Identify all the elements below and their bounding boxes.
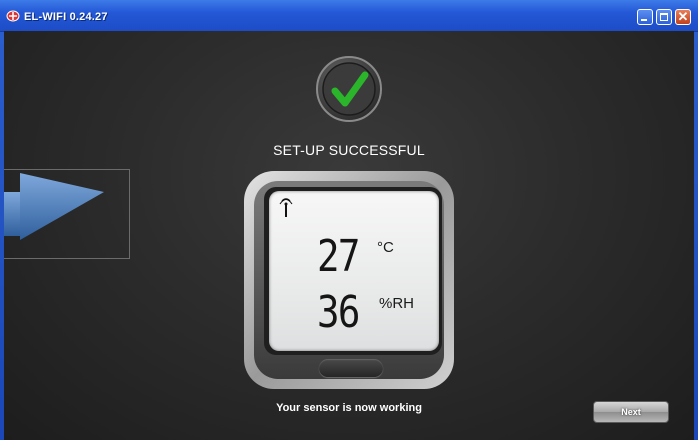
wireless-signal-icon	[279, 198, 293, 217]
app-window: EL-WIFI 0.24.27 ✕ SET-UP SUCCESSFUL 27 °…	[0, 0, 698, 440]
app-logo-icon	[6, 10, 20, 22]
sensor-lcd-screen: 27 °C 36 %RH	[269, 191, 439, 351]
maximize-icon	[660, 13, 668, 21]
close-icon: ✕	[677, 9, 689, 24]
title-bar[interactable]: EL-WIFI 0.24.27 ✕	[0, 0, 698, 32]
wizard-panel: SET-UP SUCCESSFUL 27 °C 36 %RH Your sens…	[4, 31, 694, 440]
minimize-icon	[641, 19, 647, 21]
close-button[interactable]: ✕	[675, 9, 691, 25]
status-message: Your sensor is now working	[276, 402, 422, 414]
temperature-reading: 27	[317, 231, 360, 282]
humidity-unit: %RH	[379, 295, 415, 312]
maximize-button[interactable]	[656, 9, 672, 25]
pointer-arrow-frame	[4, 169, 130, 259]
checkmark-icon	[316, 56, 382, 122]
play-arrow-icon	[4, 173, 104, 240]
minimize-button[interactable]	[637, 9, 653, 25]
window-title: EL-WIFI 0.24.27	[24, 11, 108, 23]
sensor-device-button	[319, 359, 383, 377]
temperature-unit: °C	[377, 239, 394, 256]
next-button[interactable]: Next	[593, 401, 669, 423]
humidity-reading: 36	[317, 287, 360, 338]
setup-status-title: SET-UP SUCCESSFUL	[273, 142, 425, 158]
